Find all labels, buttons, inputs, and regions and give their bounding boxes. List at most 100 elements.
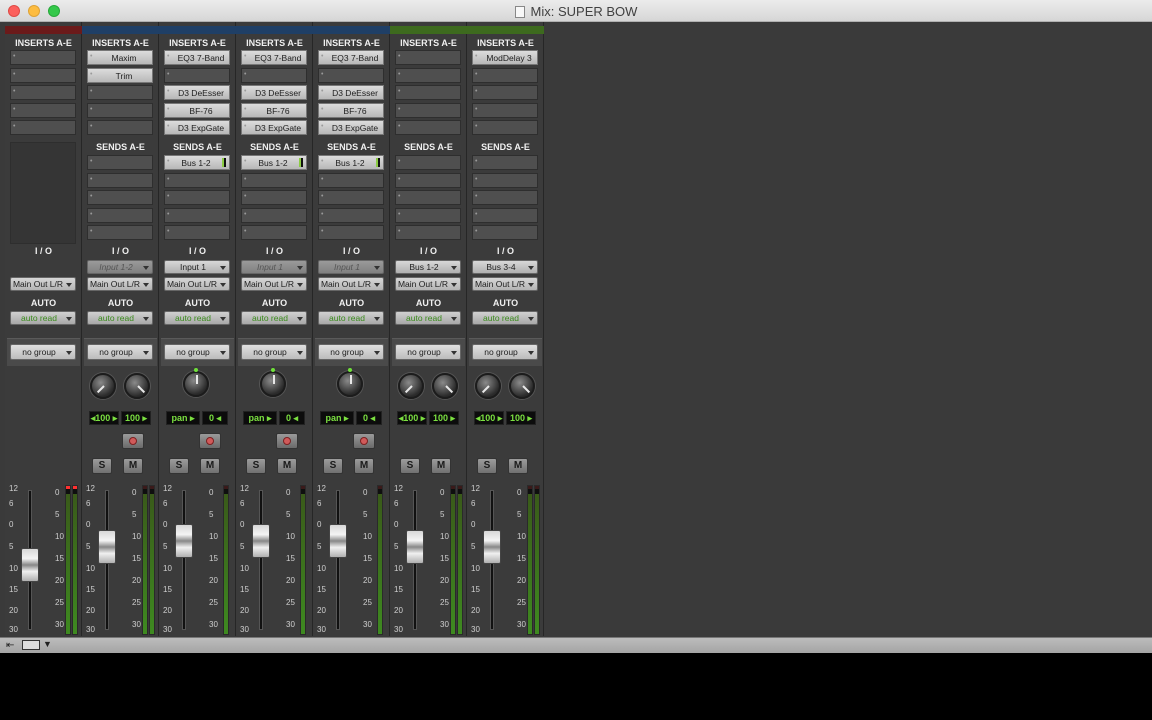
send-slot[interactable]: • (241, 207, 307, 223)
solo-button[interactable]: S (477, 458, 497, 474)
insert-slot[interactable]: • (10, 85, 76, 100)
insert-slot[interactable]: • EQ3 7-Band (241, 50, 307, 65)
pan-left-readout[interactable]: ◂100 ▸ (474, 411, 504, 425)
send-slot[interactable]: • (241, 225, 307, 240)
mute-button[interactable]: M (277, 458, 297, 474)
insert-slot[interactable]: • (472, 67, 538, 83)
insert-slot[interactable]: • (10, 67, 76, 83)
send-slot[interactable]: • (164, 207, 230, 223)
send-slot[interactable]: • (164, 172, 230, 188)
automation-mode-selector[interactable]: auto read (241, 311, 307, 325)
send-slot[interactable]: • (318, 225, 384, 240)
insert-slot[interactable]: • D3 DeEsser (241, 85, 307, 100)
pan-right-knob[interactable] (124, 373, 150, 399)
send-slot[interactable]: • Bus 1-2 (241, 155, 307, 170)
volume-fader[interactable] (21, 548, 39, 583)
insert-slot[interactable]: • (395, 67, 461, 83)
send-slot[interactable]: • (395, 225, 461, 240)
insert-slot[interactable]: • (472, 102, 538, 118)
volume-fader[interactable] (406, 530, 424, 565)
show-tracks-list-icon[interactable]: ⇤ (6, 640, 14, 651)
send-slot[interactable]: • (164, 190, 230, 205)
volume-fader[interactable] (175, 523, 193, 558)
output-selector[interactable]: Main Out L/R (395, 277, 461, 291)
view-menu-arrow-icon[interactable]: ▼ (43, 639, 52, 649)
pan-value-readout[interactable]: 0 ◂ (202, 411, 228, 425)
input-selector[interactable]: Input 1 (241, 260, 307, 274)
volume-fader[interactable] (252, 523, 270, 558)
pan-knob[interactable] (260, 368, 286, 397)
send-slot[interactable]: • (318, 207, 384, 223)
output-selector[interactable]: Main Out L/R (10, 277, 76, 291)
mute-button[interactable]: M (123, 458, 143, 474)
output-selector[interactable]: Main Out L/R (241, 277, 307, 291)
peak-indicator[interactable] (224, 486, 228, 489)
output-selector[interactable]: Main Out L/R (164, 277, 230, 291)
insert-slot[interactable]: • (318, 67, 384, 83)
volume-fader[interactable] (98, 530, 116, 565)
send-slot[interactable]: • (87, 225, 153, 240)
insert-slot[interactable]: • (472, 120, 538, 135)
send-slot[interactable]: • (395, 155, 461, 170)
pan-knob[interactable] (183, 368, 209, 397)
record-enable-button[interactable] (276, 433, 298, 449)
pan-knob[interactable] (337, 368, 363, 397)
send-slot[interactable]: • (164, 225, 230, 240)
output-selector[interactable]: Main Out L/R (472, 277, 538, 291)
insert-slot[interactable]: • Trim (87, 67, 153, 83)
automation-mode-selector[interactable]: auto read (87, 311, 153, 325)
input-selector[interactable]: Input 1 (318, 260, 384, 274)
automation-mode-selector[interactable]: auto read (472, 311, 538, 325)
insert-slot[interactable]: • BF-76 (241, 102, 307, 118)
record-enable-button[interactable] (122, 433, 144, 449)
pan-left-readout[interactable]: ◂100 ▸ (397, 411, 427, 425)
input-selector[interactable]: Bus 1-2 (395, 260, 461, 274)
insert-slot[interactable]: • (10, 120, 76, 135)
send-slot[interactable]: • (87, 190, 153, 205)
input-selector[interactable]: Bus 3-4 (472, 260, 538, 274)
send-slot[interactable]: • (395, 207, 461, 223)
mute-button[interactable]: M (200, 458, 220, 474)
send-slot[interactable]: • (472, 172, 538, 188)
insert-slot[interactable]: • (395, 85, 461, 100)
pan-left-knob[interactable] (398, 373, 424, 399)
pan-right-readout[interactable]: 100 ▸ (429, 411, 459, 425)
insert-slot[interactable]: • D3 ExpGate (241, 120, 307, 135)
insert-slot[interactable]: • (87, 85, 153, 100)
pan-left-readout[interactable]: ◂100 ▸ (89, 411, 119, 425)
insert-slot[interactable]: • (87, 120, 153, 135)
pan-value-readout[interactable]: 0 ◂ (356, 411, 382, 425)
peak-indicator[interactable] (528, 486, 532, 489)
insert-slot[interactable]: • D3 ExpGate (164, 120, 230, 135)
input-selector[interactable]: Input 1-2 (87, 260, 153, 274)
send-slot[interactable]: • (472, 155, 538, 170)
send-slot[interactable]: • (87, 155, 153, 170)
pan-left-knob[interactable] (475, 373, 501, 399)
pan-right-knob[interactable] (509, 373, 535, 399)
pan-value-readout[interactable]: 0 ◂ (279, 411, 305, 425)
send-slot[interactable]: • (395, 172, 461, 188)
send-slot[interactable]: • (318, 190, 384, 205)
send-slot[interactable]: • (241, 172, 307, 188)
insert-slot[interactable]: • (241, 67, 307, 83)
insert-slot[interactable]: • (164, 67, 230, 83)
record-enable-button[interactable] (353, 433, 375, 449)
output-selector[interactable]: Main Out L/R (87, 277, 153, 291)
automation-mode-selector[interactable]: auto read (164, 311, 230, 325)
insert-slot[interactable]: • EQ3 7-Band (164, 50, 230, 65)
insert-slot[interactable]: • EQ3 7-Band (318, 50, 384, 65)
group-selector[interactable]: no group (395, 344, 461, 360)
pan-left-knob[interactable] (90, 373, 116, 399)
send-slot[interactable]: • (318, 172, 384, 188)
solo-button[interactable]: S (246, 458, 266, 474)
peak-indicator[interactable] (458, 486, 462, 489)
output-selector[interactable]: Main Out L/R (318, 277, 384, 291)
automation-mode-selector[interactable]: auto read (318, 311, 384, 325)
send-slot[interactable]: • Bus 1-2 (164, 155, 230, 170)
insert-slot[interactable]: • Maxim (87, 50, 153, 65)
group-selector[interactable]: no group (472, 344, 538, 360)
peak-indicator[interactable] (150, 486, 154, 489)
input-selector[interactable]: Input 1 (164, 260, 230, 274)
pan-right-knob[interactable] (432, 373, 458, 399)
group-selector[interactable]: no group (10, 344, 76, 360)
